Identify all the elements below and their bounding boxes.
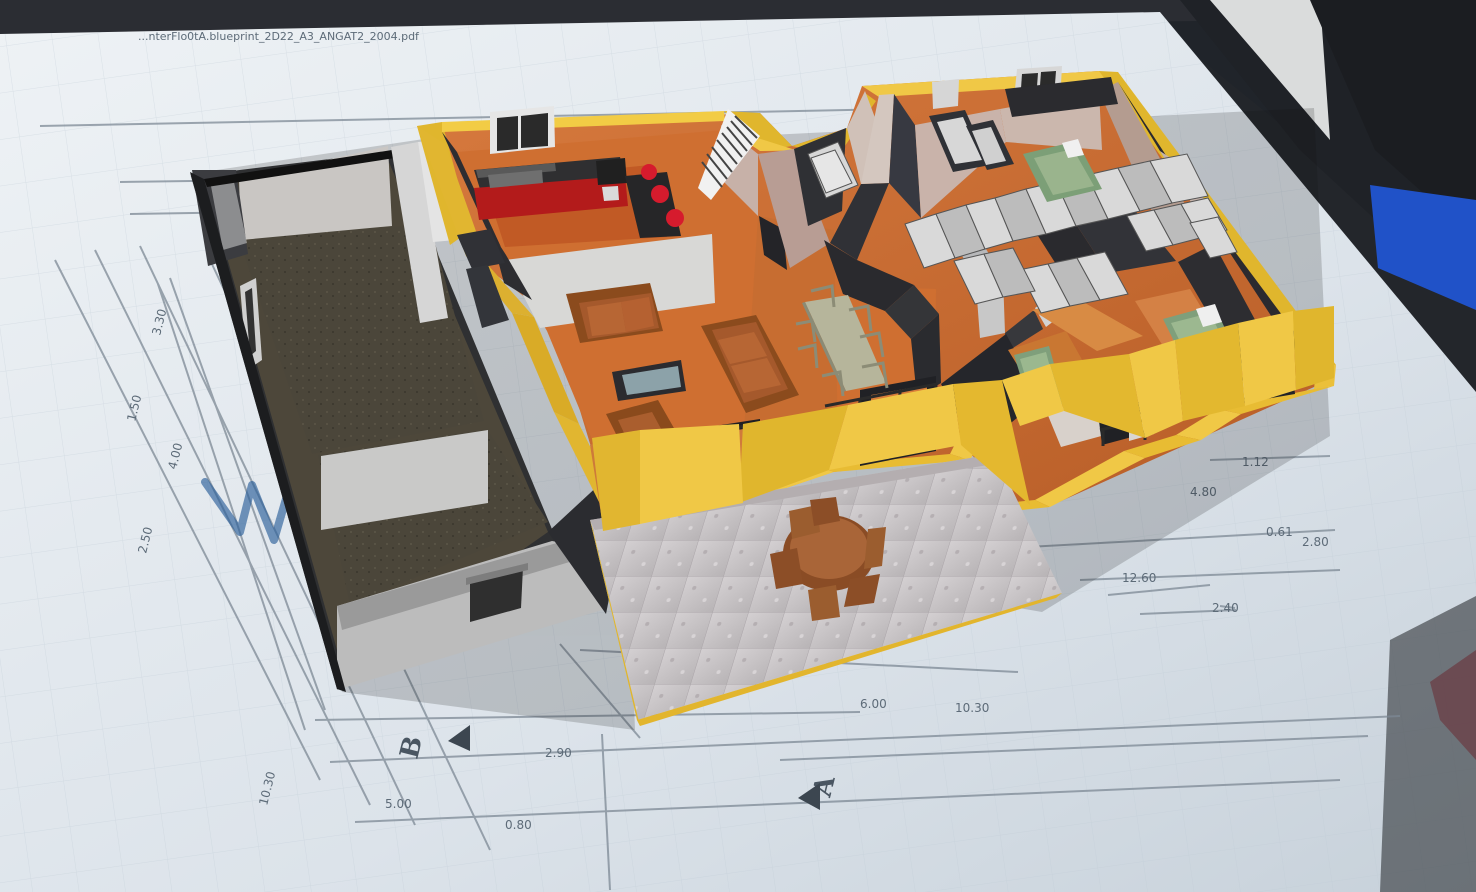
drawing-header: ...nterFlo0tA.blueprint_2D22_A3_ANGAT2_2… (138, 30, 420, 43)
svg-text:12.60: 12.60 (1122, 571, 1156, 585)
svg-text:10.30: 10.30 (955, 701, 989, 715)
scene-canvas: ...nterFlo0tA.blueprint_2D22_A3_ANGAT2_2… (0, 0, 1476, 892)
svg-text:0.61: 0.61 (1266, 525, 1293, 539)
svg-text:5.00: 5.00 (385, 797, 412, 811)
stool-icon (651, 185, 669, 203)
ar-floorplan-scene: ...nterFlo0tA.blueprint_2D22_A3_ANGAT2_2… (0, 0, 1476, 892)
stool-icon (666, 209, 684, 227)
svg-text:2.90: 2.90 (545, 746, 572, 760)
svg-text:2.40: 2.40 (1212, 601, 1239, 615)
stool-icon (641, 164, 657, 180)
svg-text:0.80: 0.80 (505, 818, 532, 832)
svg-text:6.00: 6.00 (860, 697, 887, 711)
svg-text:2.80: 2.80 (1302, 535, 1329, 549)
